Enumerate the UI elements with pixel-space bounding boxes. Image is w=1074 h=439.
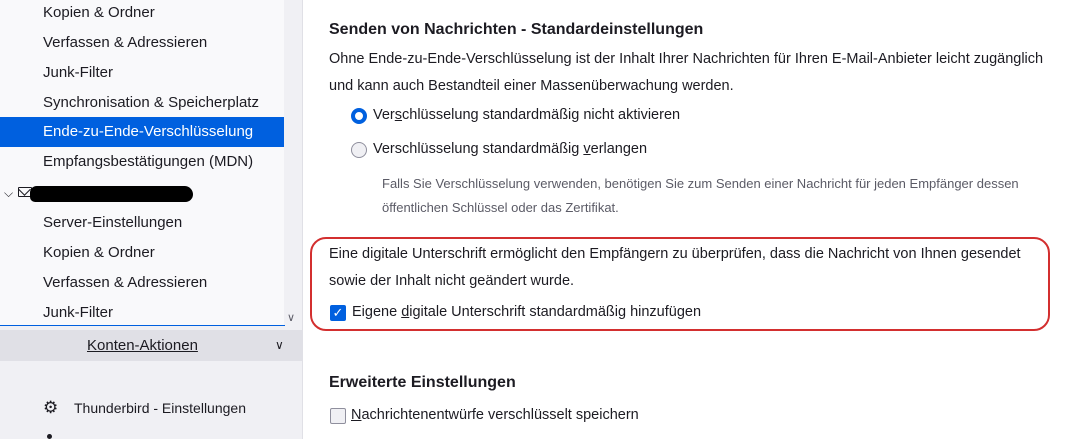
sidebar-item-composition-2[interactable]: Verfassen & Adressieren (0, 268, 284, 298)
sidebar-item-e2e-encryption[interactable]: Ende-zu-Ende-Verschlüsselung (0, 117, 284, 147)
chevron-down-icon[interactable]: ⌵ (4, 178, 13, 208)
encryption-note: Falls Sie Verschlüsselung verwenden, ben… (382, 176, 1019, 191)
radio-no-encryption-label[interactable]: Verschlüsselung standardmäßig nicht akti… (373, 107, 680, 123)
thunderbird-settings-label: Thunderbird - Einstellungen (74, 400, 246, 416)
radio-require-encryption-label[interactable]: Verschlüsselung standardmäßig verlangen (373, 141, 647, 157)
sending-defaults-heading: Senden von Nachrichten - Standardeinstel… (329, 21, 704, 38)
chevron-down-icon[interactable]: ∨ (287, 311, 295, 324)
sidebar-item-label: Verfassen & Adressieren (43, 34, 208, 51)
radio-require-encryption[interactable] (351, 142, 367, 158)
account-sidebar: Kopien & Ordner Verfassen & Adressieren … (0, 0, 303, 439)
annotation-highlight (310, 237, 1050, 331)
e2e-settings-pane: Senden von Nachrichten - Standardeinstel… (303, 0, 1074, 439)
sidebar-item-junk-2[interactable]: Junk-Filter (0, 298, 284, 326)
sidebar-item-label: Verfassen & Adressieren (43, 274, 208, 291)
accesskey: v (583, 141, 591, 157)
sidebar-item-return-receipts[interactable]: Empfangsbestätigungen (MDN) (0, 147, 284, 177)
sidebar-item-composition[interactable]: Verfassen & Adressieren (0, 28, 284, 58)
encrypt-drafts-label[interactable]: Nachrichtenentwürfe verschlüsselt speich… (351, 407, 639, 423)
encrypt-drafts-checkbox[interactable] (330, 408, 346, 424)
sidebar-item-label: Kopien & Ordner (43, 4, 155, 21)
account-actions-label: Konten-Aktionen (87, 337, 198, 354)
label-text: Ver (373, 107, 395, 123)
sending-description-line2: und kann auch Bestandteil einer Massenüb… (329, 78, 734, 94)
label-text: erlangen (590, 141, 648, 157)
chevron-down-icon: ∨ (275, 338, 284, 352)
encryption-note-line2: öffentlichen Schlüssel oder das Zertifik… (382, 200, 619, 215)
gear-icon: ⚙ (43, 398, 59, 417)
label-text: Verschlüsselung standardmäßig (373, 141, 584, 157)
account-actions-button[interactable]: Konten-Aktionen ∨ (0, 330, 302, 361)
addons-icon[interactable] (47, 434, 52, 439)
sidebar-item-label: Empfangsbestätigungen (MDN) (43, 153, 254, 170)
accesskey: s (394, 107, 403, 123)
label-text: chlüsselung standardmäßig nicht aktivier… (402, 107, 681, 123)
redacted-account-name (30, 186, 193, 202)
accesskey: N (351, 407, 362, 423)
sidebar-item-label: Junk-Filter (43, 64, 114, 81)
label-text: achrichtenentwürfe verschlüsselt speiche… (361, 407, 639, 423)
sidebar-item-copies-folders[interactable]: Kopien & Ordner (0, 0, 284, 28)
sidebar-item-copies-folders-2[interactable]: Kopien & Ordner (0, 238, 284, 268)
sidebar-item-label: Ende-zu-Ende-Verschlüsselung (43, 123, 254, 140)
sidebar-item-label: Synchronisation & Speicherplatz (43, 94, 259, 111)
radio-no-encryption[interactable] (351, 108, 367, 124)
divider (0, 325, 285, 326)
sidebar-item-label: Kopien & Ordner (43, 244, 155, 261)
thunderbird-settings-link[interactable]: ⚙ Thunderbird - Einstellungen (0, 393, 302, 423)
advanced-settings-heading: Erweiterte Einstellungen (329, 374, 516, 391)
sidebar-item-junk[interactable]: Junk-Filter (0, 58, 284, 88)
sidebar-item-server-settings[interactable]: Server-Einstellungen (0, 208, 284, 238)
sidebar-item-label: Junk-Filter (43, 304, 114, 321)
account-tree: Kopien & Ordner Verfassen & Adressieren … (0, 0, 284, 326)
sidebar-item-sync-storage[interactable]: Synchronisation & Speicherplatz (0, 88, 284, 118)
account-settings-window: Kopien & Ordner Verfassen & Adressieren … (0, 0, 1074, 439)
sending-description: Ohne Ende-zu-Ende-Verschlüsselung ist de… (329, 51, 1044, 67)
account-tree-scrollbar[interactable]: ∨ (284, 0, 302, 326)
sidebar-item-label: Server-Einstellungen (43, 214, 183, 231)
